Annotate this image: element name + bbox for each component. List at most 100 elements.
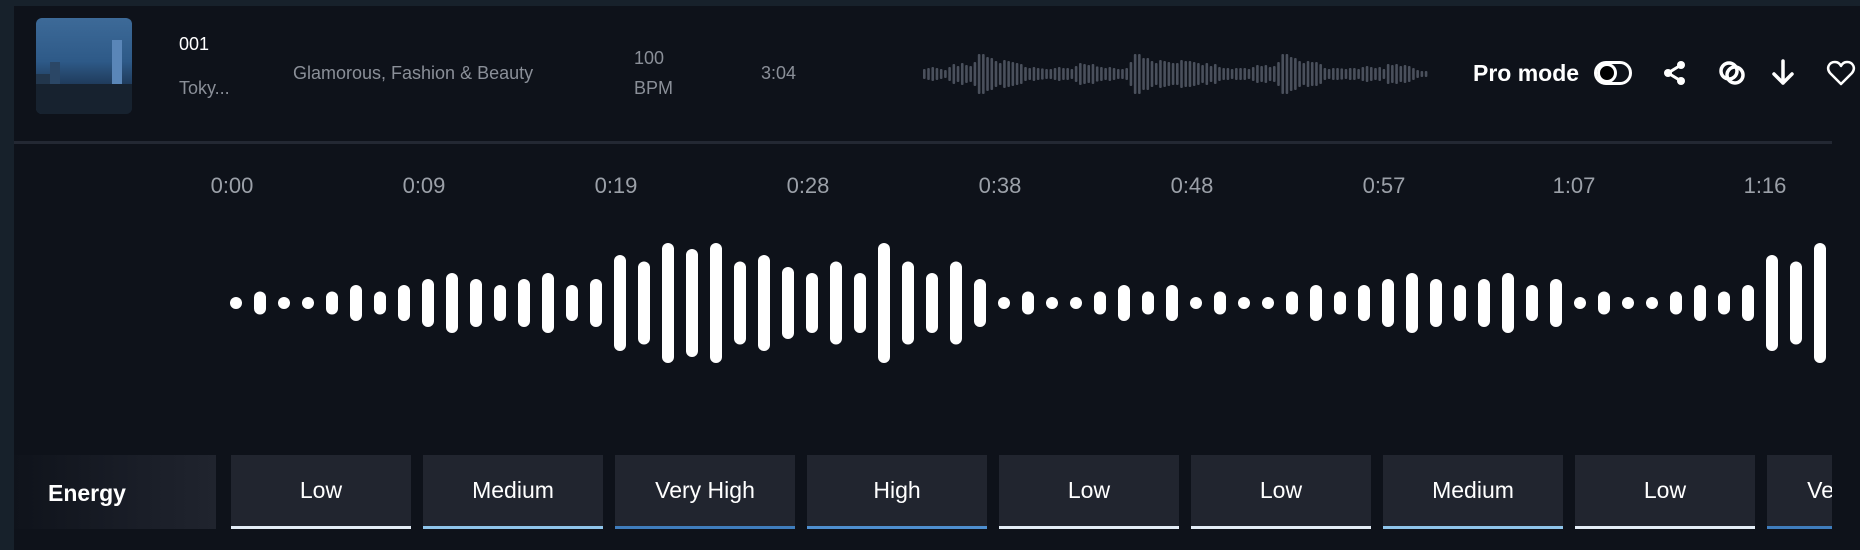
preview-waveform-bar	[1066, 68, 1069, 80]
preview-waveform-bar	[944, 70, 947, 78]
waveform-bar	[1430, 279, 1442, 327]
waveform-bar	[1454, 285, 1466, 321]
preview-waveform-bar	[1399, 66, 1403, 82]
waveform-bar	[1694, 285, 1706, 321]
energy-segment[interactable]: Medium	[1383, 455, 1563, 529]
waveform-bar	[302, 297, 314, 309]
preview-waveform-bar	[1391, 65, 1394, 83]
preview-waveform-bar	[1243, 68, 1247, 80]
waveform-bar	[1526, 285, 1538, 321]
waveform-bar	[878, 243, 890, 363]
preview-waveform-bar	[1184, 61, 1188, 87]
preview-waveform-bar	[1049, 69, 1053, 79]
waveform-bar	[1382, 279, 1394, 327]
waveform-bar	[1046, 297, 1058, 309]
time-label: 0:28	[786, 173, 830, 198]
preview-waveform-bar	[1310, 62, 1314, 86]
time-label: 0:00	[210, 173, 254, 198]
preview-waveform-bar	[1154, 63, 1158, 85]
energy-segment[interactable]: Medium	[423, 455, 603, 529]
preview-waveform-bar	[1129, 62, 1133, 86]
energy-level: Low	[1643, 477, 1687, 503]
preview-waveform-bar	[969, 66, 972, 82]
energy-indicator	[1767, 526, 1832, 529]
time-label: 1:07	[1552, 173, 1596, 198]
preview-waveform-bar	[1159, 60, 1162, 88]
time-label: 0:48	[1170, 173, 1214, 198]
waveform-bar	[1406, 273, 1418, 333]
energy-segment[interactable]: Very High	[615, 455, 795, 529]
waveform-bar	[1574, 297, 1586, 309]
preview-waveform-bar	[990, 58, 994, 90]
share-icon[interactable]	[1660, 58, 1690, 88]
energy-indicator	[231, 526, 411, 529]
preview-waveform-bar	[1395, 64, 1398, 84]
heart-icon[interactable]	[1826, 58, 1856, 88]
energy-level: Medium	[1432, 477, 1514, 503]
pro-mode-toggle[interactable]	[1594, 61, 1632, 85]
top-border	[0, 0, 1860, 6]
waveform-bar	[422, 279, 434, 327]
preview-waveform[interactable]	[923, 50, 1433, 98]
preview-waveform-bar	[1079, 63, 1082, 85]
preview-waveform-bar	[1176, 63, 1179, 85]
energy-indicator	[1383, 526, 1563, 529]
preview-waveform-bar	[1019, 64, 1023, 84]
energy-segment[interactable]: Low	[1191, 455, 1371, 529]
preview-waveform-bar	[982, 54, 985, 94]
waveform-bar	[1718, 291, 1730, 315]
preview-waveform-bar	[1315, 62, 1318, 86]
waveform-bar	[950, 261, 962, 345]
preview-waveform-bar	[952, 64, 956, 84]
waveform-bar	[758, 255, 770, 351]
waveform-bar	[470, 279, 482, 327]
preview-waveform-bar	[1125, 68, 1128, 80]
energy-indicator	[1191, 526, 1371, 529]
waveform-bar	[1022, 291, 1034, 315]
preview-waveform-bar	[1365, 66, 1369, 82]
track-title[interactable]: Toky...	[179, 78, 230, 99]
preview-waveform-bar	[1230, 69, 1234, 79]
download-icon[interactable]	[1768, 58, 1798, 88]
preview-waveform-bar	[1095, 66, 1099, 82]
waveform-bar	[1334, 291, 1346, 315]
time-label: 0:19	[594, 173, 638, 198]
divider	[14, 141, 1832, 144]
waveform-bar	[1814, 243, 1826, 363]
energy-segment[interactable]: High	[807, 455, 987, 529]
waveform-bar	[1358, 285, 1370, 321]
energy-segment[interactable]: Low	[999, 455, 1179, 529]
track-number: 001	[179, 34, 210, 54]
track-cover-image[interactable]	[36, 18, 132, 114]
energy-segment[interactable]: Low	[1575, 455, 1755, 529]
energy-segment[interactable]: Very High	[1767, 455, 1832, 529]
preview-waveform-bar	[1256, 65, 1259, 83]
bpm-unit: BPM	[634, 78, 674, 98]
preview-waveform-bar	[1353, 68, 1356, 80]
main-waveform[interactable]	[0, 230, 1860, 380]
preview-waveform-bar	[1268, 67, 1272, 81]
energy-level: Low	[1067, 477, 1111, 503]
waveform-bar	[590, 279, 602, 327]
waveform-bar	[686, 249, 698, 357]
waveform-bar	[662, 243, 674, 363]
link-icon[interactable]	[1717, 58, 1747, 88]
waveform-bar	[350, 285, 362, 321]
preview-waveform-bar	[1294, 58, 1297, 90]
preview-waveform-bar	[1218, 67, 1221, 81]
preview-waveform-bar	[1201, 65, 1204, 83]
preview-waveform-bar	[973, 62, 977, 86]
time-label: 0:09	[402, 173, 446, 198]
waveform-bar	[494, 285, 506, 321]
preview-waveform-bar	[998, 63, 1002, 85]
preview-waveform-bar	[1121, 69, 1124, 79]
preview-waveform-bar	[1057, 67, 1061, 81]
preview-waveform-bar	[1163, 61, 1166, 87]
preview-waveform-bar	[1133, 54, 1137, 94]
waveform-bar	[1166, 285, 1178, 321]
waveform-bar	[446, 273, 458, 333]
energy-segment[interactable]: Low	[231, 455, 411, 529]
waveform-bar	[1142, 291, 1154, 315]
energy-level: Low	[1259, 477, 1303, 503]
waveform-bar	[278, 297, 290, 309]
